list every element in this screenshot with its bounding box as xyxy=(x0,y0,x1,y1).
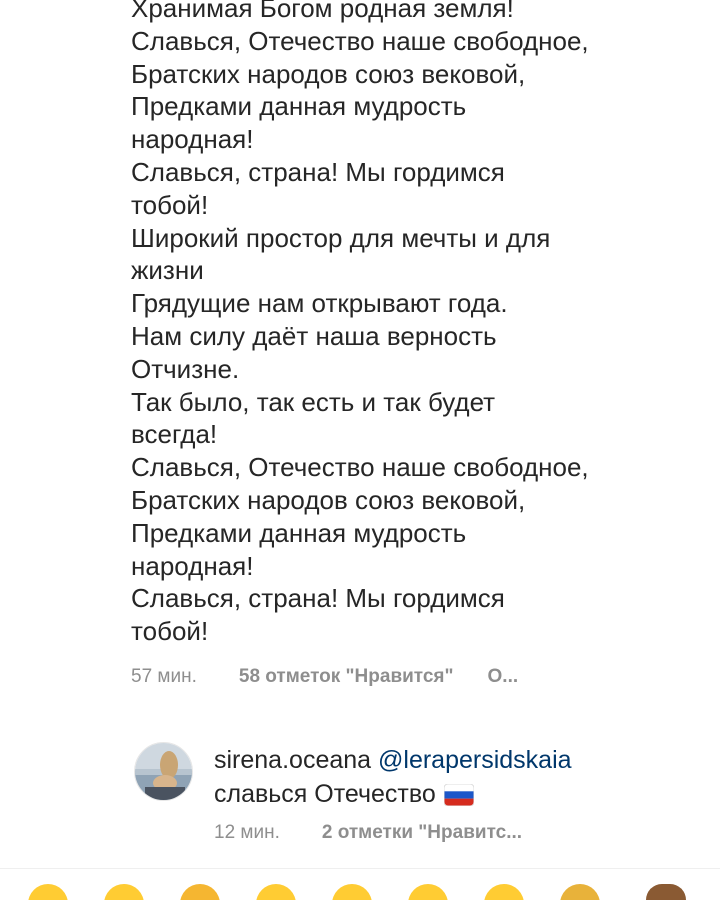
comment-line: Отчизне. xyxy=(131,353,240,384)
comment-line: Нам силу даёт наша верность xyxy=(131,320,497,351)
reply-comment: sirena.oceana @lerapersidskaia славься О… xyxy=(134,742,694,862)
bear-emoji-icon[interactable] xyxy=(646,884,686,900)
comment-line: тобой! xyxy=(131,616,209,647)
emoji-icon[interactable] xyxy=(560,884,600,900)
reply-likes-link[interactable]: 2 отметки "Нравитс... xyxy=(322,822,522,844)
emoji-icon[interactable] xyxy=(28,884,68,900)
reply-username[interactable]: sirena.oceana xyxy=(214,746,371,774)
comment-line: Братских народов союз вековой, xyxy=(131,58,526,89)
comment-reply-button[interactable]: О... xyxy=(488,666,519,688)
comment-line: Так было, так есть и так будет xyxy=(131,386,496,417)
comment-line: Славься, Отечество наше свободное, xyxy=(131,25,589,56)
russia-flag-icon xyxy=(443,782,475,814)
reply-header: sirena.oceana @lerapersidskaia xyxy=(214,744,572,776)
comment-line: всегда! xyxy=(131,419,218,450)
reply-text: славься Отечество xyxy=(214,780,436,808)
emoji-icon[interactable] xyxy=(332,884,372,900)
reply-timestamp: 12 мин. xyxy=(214,822,280,843)
divider xyxy=(0,868,720,869)
comment-meta: 57 мин. 58 отметок "Нравится" О... xyxy=(131,662,518,692)
emoji-quick-bar xyxy=(0,870,720,900)
comment-line: народная! xyxy=(131,124,254,155)
avatar-image xyxy=(135,743,192,800)
emoji-icon[interactable] xyxy=(104,884,144,900)
avatar[interactable] xyxy=(134,742,193,801)
comment-line: жизни xyxy=(131,255,204,286)
comment-timestamp: 57 мин. xyxy=(131,666,197,687)
comment-text: Хранимая Богом родная земля! Славься, От… xyxy=(131,0,691,648)
reply-meta: 12 мин. 2 отметки "Нравитс... xyxy=(214,822,522,844)
comment-line: Предками данная мудрость xyxy=(131,91,467,122)
emoji-icon[interactable] xyxy=(408,884,448,900)
comment-line: Широкий простор для мечты и для xyxy=(131,222,551,253)
reply-mention-link[interactable]: @lerapersidskaia xyxy=(378,746,572,774)
emoji-icon[interactable] xyxy=(256,884,296,900)
comment-line: Славься, страна! Мы гордимся xyxy=(131,583,505,614)
comment-line: народная! xyxy=(131,550,254,581)
comment-likes-link[interactable]: 58 отметок "Нравится" xyxy=(239,666,454,688)
comment-line: Хранимая Богом родная земля! xyxy=(131,0,514,23)
comment-line: Славься, Отечество наше свободное, xyxy=(131,452,589,483)
comment-line: тобой! xyxy=(131,189,209,220)
emoji-icon[interactable] xyxy=(180,884,220,900)
comment-line: Грядущие нам открывают года. xyxy=(131,288,508,319)
comment-line: Братских народов союз вековой, xyxy=(131,484,526,515)
comment-line: Славься, страна! Мы гордимся xyxy=(131,156,505,187)
emoji-icon[interactable] xyxy=(484,884,524,900)
comment-line: Предками данная мудрость xyxy=(131,517,467,548)
reply-body: славься Отечество xyxy=(214,778,475,814)
